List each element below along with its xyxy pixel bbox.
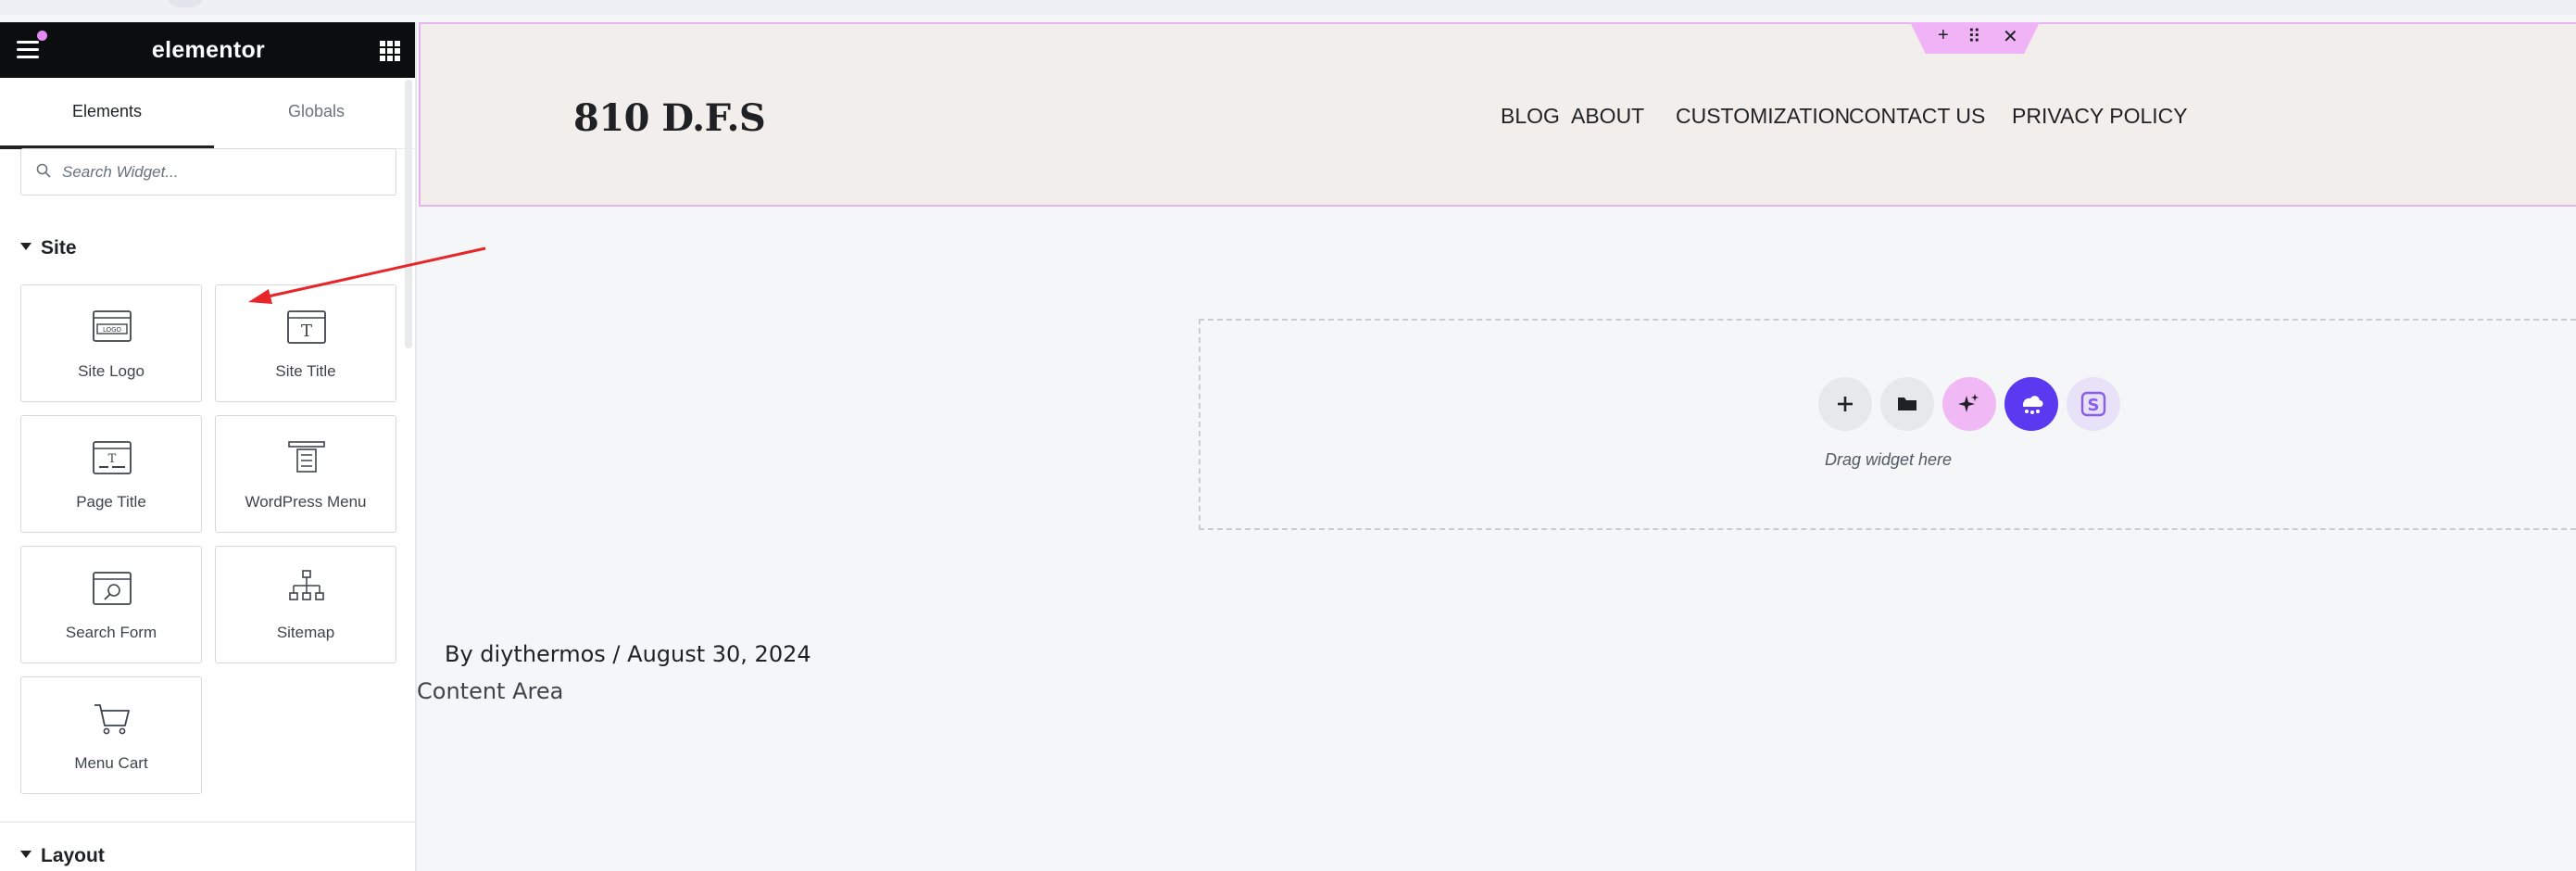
search-icon — [36, 163, 51, 178]
s-logo-icon[interactable]: S — [2067, 377, 2120, 431]
nav-contact-us[interactable]: CONTACT US — [1849, 104, 1985, 129]
caret-down-icon — [20, 851, 31, 859]
drag-handle-icon[interactable]: ⠿ — [1967, 25, 1981, 48]
tab-elements[interactable]: Elements — [0, 78, 214, 149]
widget-label: Site Logo — [78, 362, 145, 380]
page-title-icon: T — [93, 441, 132, 474]
widget-label: Page Title — [76, 493, 146, 511]
section-layout-toggle[interactable]: Layout — [20, 845, 105, 867]
cart-icon — [94, 704, 130, 735]
wordpress-menu-icon — [288, 441, 325, 473]
sitemap-icon — [289, 570, 324, 600]
nav-about[interactable]: ABOUT — [1571, 104, 1644, 129]
nav-customization[interactable]: CUSTOMIZATION — [1676, 104, 1850, 129]
elementor-logo: elementor — [151, 37, 266, 63]
editor-canvas: 810 D.F.S BLOG ABOUT CUSTOMIZATION CONTA… — [417, 22, 2576, 871]
widget-site-logo[interactable]: LOGO Site Logo — [20, 284, 202, 402]
post-meta: By diythermos / August 30, 2024 — [445, 641, 811, 667]
drag-widget-hint: Drag widget here — [1824, 450, 1953, 469]
site-title[interactable]: 810 D.F.S — [573, 96, 766, 140]
panel-scrollbar[interactable] — [405, 80, 412, 348]
section-handle: + ⠿ ✕ — [1910, 22, 2040, 54]
content-area-label: Content Area — [417, 678, 564, 704]
svg-text:T: T — [108, 452, 117, 466]
widget-site-title[interactable]: T Site Title — [215, 284, 396, 402]
widget-label: WordPress Menu — [245, 493, 367, 511]
nav-privacy-policy[interactable]: PRIVACY POLICY — [2012, 104, 2188, 129]
search-form-icon — [93, 572, 132, 605]
header-section[interactable]: 810 D.F.S BLOG ABOUT CUSTOMIZATION CONTA… — [419, 22, 2576, 207]
svg-text:T: T — [301, 322, 312, 341]
widget-sitemap[interactable]: Sitemap — [215, 546, 396, 663]
widget-search-form[interactable]: Search Form — [20, 546, 202, 663]
elementor-panel: elementor Elements Globals Site LOGO Sit… — [0, 22, 417, 871]
caret-down-icon — [20, 243, 31, 251]
add-section-icon[interactable]: + — [1938, 25, 1949, 46]
search-input[interactable] — [60, 157, 384, 188]
site-title-icon: T — [287, 310, 326, 344]
ai-sparkle-icon[interactable] — [1942, 377, 1996, 431]
widget-menu-cart[interactable]: Menu Cart — [20, 676, 202, 794]
section-layout-label: Layout — [41, 845, 105, 866]
panel-tabs: Elements Globals — [0, 78, 415, 149]
panel-header: elementor — [0, 22, 415, 78]
folder-icon[interactable] — [1880, 377, 1934, 431]
widget-label: Menu Cart — [74, 754, 148, 772]
browser-top-strip — [0, 0, 2576, 15]
add-icon[interactable] — [1818, 377, 1872, 431]
nav-blog[interactable]: BLOG — [1501, 104, 1560, 129]
site-logo-icon: LOGO — [93, 310, 132, 342]
svg-text:S: S — [2088, 396, 2100, 415]
search-widget-box[interactable] — [20, 148, 396, 196]
browser-tab-edge — [167, 0, 204, 7]
apps-grid-icon[interactable] — [380, 41, 400, 61]
widget-label: Search Form — [65, 624, 157, 641]
tab-globals[interactable]: Globals — [216, 78, 415, 149]
panel-divider — [0, 821, 415, 823]
cloud-library-icon[interactable] — [2004, 377, 2058, 431]
widget-label: Site Title — [275, 362, 336, 380]
widget-wordpress-menu[interactable]: WordPress Menu — [215, 415, 396, 533]
section-site-label: Site — [41, 237, 77, 259]
widget-page-title[interactable]: T Page Title — [20, 415, 202, 533]
widget-label: Sitemap — [276, 624, 335, 641]
svg-text:LOGO: LOGO — [103, 326, 122, 334]
section-site-toggle[interactable]: Site — [20, 237, 77, 259]
delete-section-icon[interactable]: ✕ — [2003, 25, 2018, 48]
